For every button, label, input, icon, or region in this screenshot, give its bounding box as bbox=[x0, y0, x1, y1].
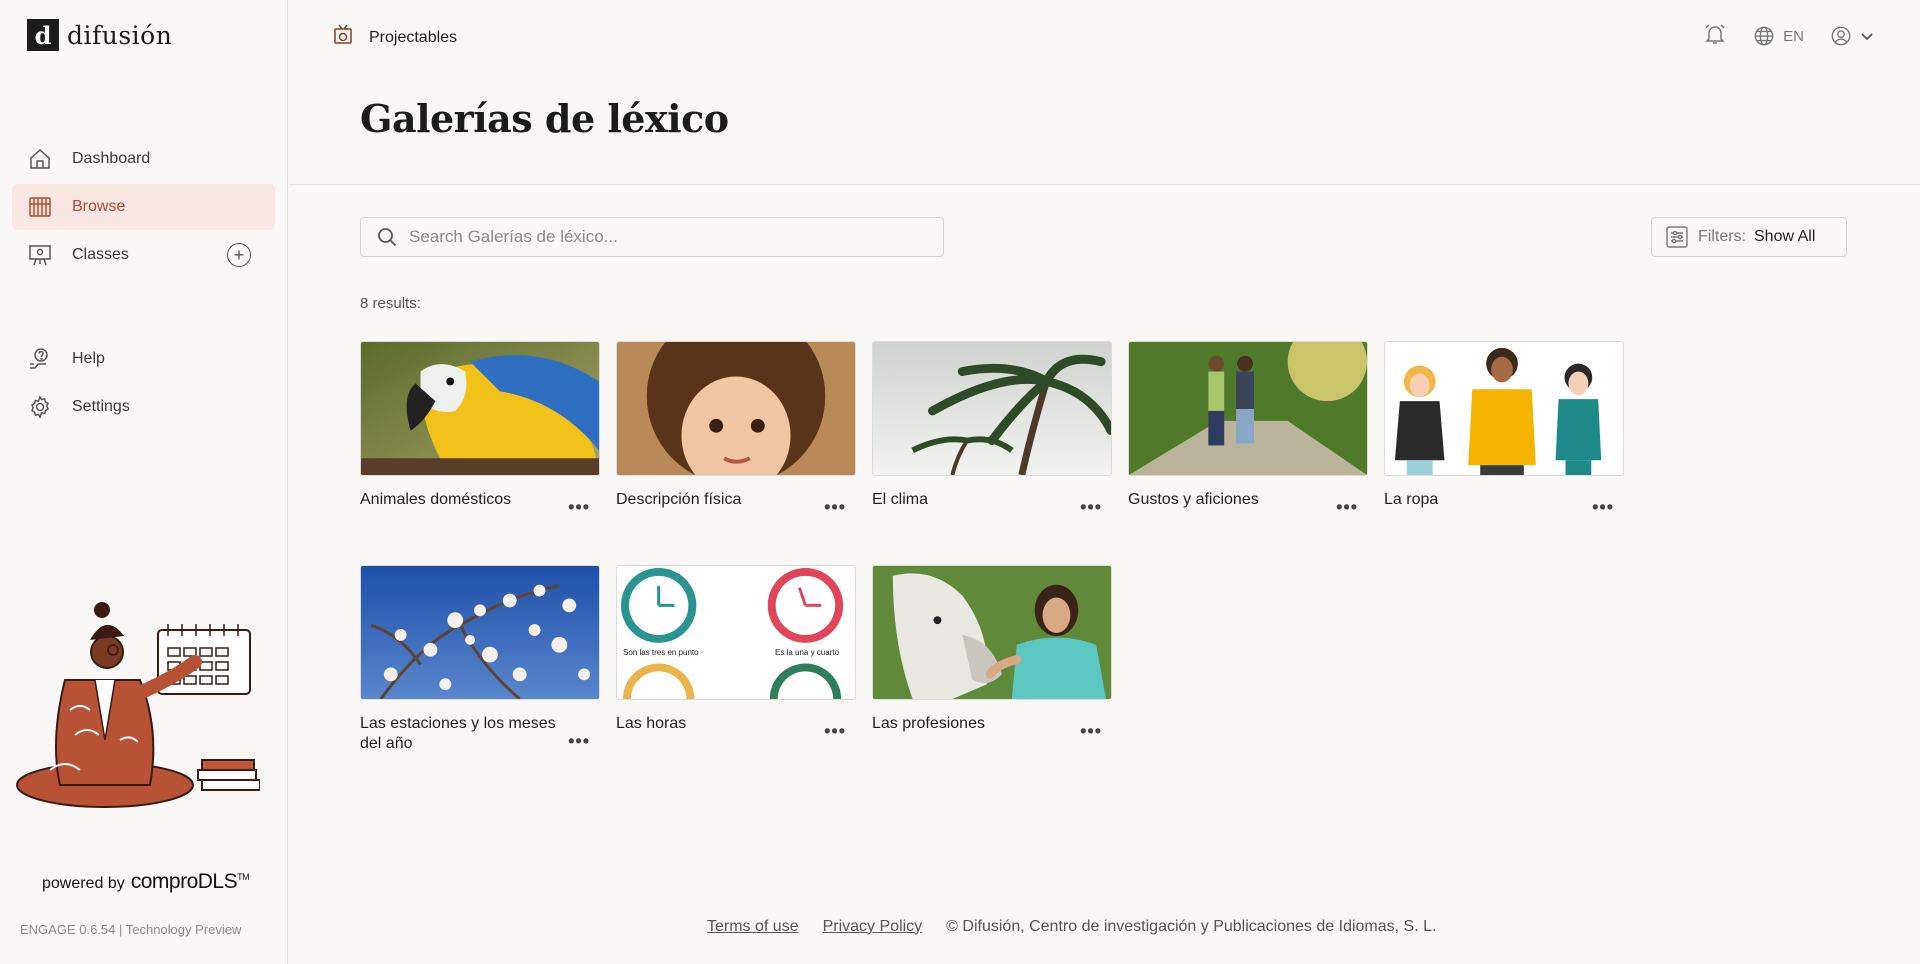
sidebar-item-label: Browse bbox=[72, 198, 126, 215]
card-title[interactable]: El clima bbox=[872, 490, 1072, 510]
search-icon bbox=[378, 228, 397, 247]
more-options-icon[interactable]: ••• bbox=[1336, 497, 1358, 518]
copyright-text: © Difusión, Centro de investigación y Pu… bbox=[946, 918, 1437, 935]
more-options-icon[interactable]: ••• bbox=[1080, 497, 1102, 518]
card-thumbnail-vet-with-horse[interactable] bbox=[872, 565, 1112, 700]
card-thumbnail-clocks[interactable]: Son las tres en punto Es la una y cuarto bbox=[616, 565, 856, 700]
section-indicator: Projectables bbox=[331, 23, 457, 52]
powered-by-label: powered by bbox=[42, 875, 125, 892]
library-icon bbox=[28, 195, 52, 219]
filters-label: Filters: bbox=[1698, 228, 1746, 245]
main-nav: Dashboard Browse Classes + bbox=[12, 136, 275, 280]
more-options-icon[interactable]: ••• bbox=[1080, 721, 1102, 742]
language-code: EN bbox=[1783, 27, 1804, 45]
classroom-icon bbox=[28, 243, 52, 267]
gallery-card[interactable]: Gustos y aficiones ••• bbox=[1128, 341, 1368, 517]
comprodls-wordmark: comproDLS bbox=[130, 870, 238, 893]
sidebar-item-label: Help bbox=[72, 350, 105, 367]
clock-caption-1: Son las tres en punto bbox=[623, 648, 699, 657]
chevron-down-icon bbox=[1861, 33, 1873, 41]
more-options-icon[interactable]: ••• bbox=[568, 497, 590, 518]
card-title[interactable]: Las estaciones y los meses del año bbox=[360, 714, 560, 754]
sidebar-item-dashboard[interactable]: Dashboard bbox=[12, 136, 275, 182]
filters-value: Show All bbox=[1754, 228, 1816, 245]
card-thumbnail-couple-rollerblading[interactable] bbox=[1128, 341, 1368, 476]
gear-icon bbox=[28, 395, 52, 419]
section-title: Projectables bbox=[369, 28, 458, 46]
footer: Terms of use Privacy Policy © Difusión, … bbox=[707, 918, 1436, 936]
projectables-icon bbox=[331, 23, 355, 52]
user-avatar-icon bbox=[1831, 26, 1851, 46]
sidebar-item-label: Classes bbox=[72, 246, 129, 263]
card-thumbnail-cartoon-people-clothes[interactable] bbox=[1384, 341, 1624, 476]
gallery-card[interactable]: El clima ••• bbox=[872, 341, 1112, 517]
card-title[interactable]: Descripción física bbox=[616, 490, 816, 510]
woman-with-calendar-illustration bbox=[10, 600, 261, 812]
comprodls-logo: comproDLSTM bbox=[130, 870, 250, 894]
card-title[interactable]: Las profesiones bbox=[872, 714, 1072, 734]
secondary-nav: Help Settings bbox=[12, 336, 275, 432]
sidebar-item-settings[interactable]: Settings bbox=[12, 384, 275, 430]
sidebar: d difusión Dashboard Browse Classes + He… bbox=[0, 0, 288, 964]
page-title: Galerías de léxico bbox=[360, 96, 729, 141]
language-selector[interactable]: EN bbox=[1753, 25, 1804, 47]
sidebar-item-browse[interactable]: Browse bbox=[12, 184, 275, 230]
sliders-icon bbox=[1666, 226, 1688, 248]
gallery-card[interactable]: Animales domésticos ••• bbox=[360, 341, 600, 517]
terms-of-use-link[interactable]: Terms of use bbox=[707, 918, 799, 936]
sidebar-item-classes[interactable]: Classes + bbox=[12, 232, 275, 278]
powered-by: powered by comproDLSTM bbox=[42, 870, 250, 894]
more-options-icon[interactable]: ••• bbox=[568, 731, 590, 752]
card-thumbnail-cherry-blossom[interactable] bbox=[360, 565, 600, 700]
top-bar: Projectables EN bbox=[289, 0, 1920, 70]
more-options-icon[interactable]: ••• bbox=[1592, 497, 1614, 518]
gallery-card[interactable]: Descripción física ••• bbox=[616, 341, 856, 517]
home-icon bbox=[28, 147, 52, 171]
sidebar-item-help[interactable]: Help bbox=[12, 336, 275, 382]
difusion-logo[interactable]: d difusión bbox=[27, 19, 172, 51]
card-title[interactable]: La ropa bbox=[1384, 490, 1584, 510]
trademark: TM bbox=[237, 872, 250, 882]
user-menu[interactable] bbox=[1830, 25, 1874, 47]
card-thumbnail-parrot[interactable] bbox=[360, 341, 600, 476]
help-icon bbox=[28, 347, 52, 371]
filters-button[interactable]: Filters: Show All bbox=[1651, 217, 1847, 257]
card-title[interactable]: Animales domésticos bbox=[360, 490, 560, 510]
results-count: 8 results: bbox=[360, 295, 421, 312]
notifications-bell-icon[interactable] bbox=[1703, 22, 1727, 50]
add-class-button[interactable]: + bbox=[227, 243, 251, 267]
header-divider bbox=[289, 184, 1920, 185]
card-thumbnail-child-portrait[interactable] bbox=[616, 341, 856, 476]
globe-icon bbox=[1754, 26, 1774, 46]
gallery-card[interactable]: Las profesiones ••• bbox=[872, 565, 1112, 741]
more-options-icon[interactable]: ••• bbox=[824, 721, 846, 742]
search-input[interactable] bbox=[409, 227, 909, 247]
privacy-policy-link[interactable]: Privacy Policy bbox=[823, 918, 923, 936]
card-title[interactable]: Las horas bbox=[616, 714, 816, 734]
top-actions: EN bbox=[1703, 22, 1874, 50]
gallery-card[interactable]: Son las tres en punto Es la una y cuarto… bbox=[616, 565, 856, 741]
gallery-card[interactable]: La ropa ••• bbox=[1384, 341, 1624, 517]
version-info: ENGAGE 0.6.54 | Technology Preview bbox=[20, 922, 242, 937]
clock-caption-2: Es la una y cuarto bbox=[775, 648, 840, 657]
logo-text: difusión bbox=[67, 20, 173, 50]
card-title[interactable]: Gustos y aficiones bbox=[1128, 490, 1328, 510]
sidebar-item-label: Dashboard bbox=[72, 150, 151, 167]
search-box[interactable] bbox=[360, 217, 944, 257]
gallery-card[interactable]: Las estaciones y los meses del año ••• bbox=[360, 565, 600, 754]
card-thumbnail-palm-trees[interactable] bbox=[872, 341, 1112, 476]
sidebar-item-label: Settings bbox=[72, 398, 130, 415]
logo-mark: d bbox=[27, 19, 59, 51]
more-options-icon[interactable]: ••• bbox=[824, 497, 846, 518]
